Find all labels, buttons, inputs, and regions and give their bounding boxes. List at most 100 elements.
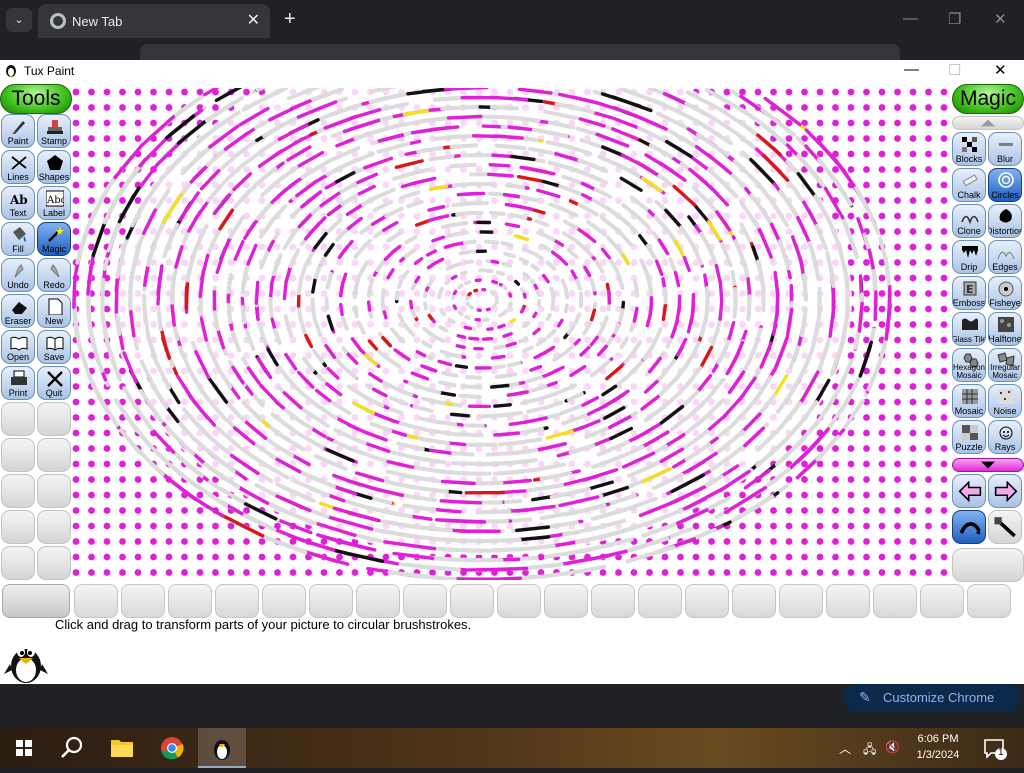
tool-label: Redo (37, 281, 71, 290)
chrome-taskbar-button[interactable] (148, 728, 196, 768)
system-clock[interactable]: 6:06 PM 1/3/2024 (903, 731, 973, 763)
tool-label: Paint (1, 137, 35, 146)
tool-undo-button[interactable]: Undo (1, 258, 35, 292)
magic-circles-button[interactable]: Circles (988, 168, 1022, 202)
fullscreen-mode-button[interactable] (988, 510, 1022, 544)
magic-mosaic-button[interactable]: Mosaic (952, 384, 986, 418)
magic-puzzle-button[interactable]: Puzzle (952, 420, 986, 454)
magic-emboss-button[interactable]: E Emboss (952, 276, 986, 310)
magic-irregular-mosaic-button[interactable]: Irregular Mosaic (988, 348, 1022, 382)
color-swatch[interactable] (262, 584, 306, 618)
color-swatch-selected[interactable] (2, 584, 70, 618)
tool-text-button[interactable]: AbcText (1, 186, 35, 220)
tab-close-icon[interactable]: ✕ (247, 10, 260, 30)
tool-print-button[interactable]: Print (1, 366, 35, 400)
magic-label: Mosaic (952, 407, 986, 416)
tool-fill-button[interactable]: Fill (1, 222, 35, 256)
magic-clone-button[interactable]: Clone (952, 204, 986, 238)
notification-count: 1 (998, 747, 1004, 758)
magic-scroll-up-button[interactable] (952, 116, 1024, 130)
tool-open-button[interactable]: Open (1, 330, 35, 364)
tool-paint-button[interactable]: Paint (1, 114, 35, 148)
file-explorer-button[interactable] (98, 728, 146, 768)
magic-blur-button[interactable]: Blur (988, 132, 1022, 166)
next-option-button[interactable] (988, 474, 1022, 508)
paint-mode-button[interactable] (952, 510, 986, 544)
tool-redo-button[interactable]: Redo (37, 258, 71, 292)
tool-lines-button[interactable]: Lines (1, 150, 35, 184)
volume-muted-icon[interactable]: 🔇 (885, 740, 900, 754)
browser-restore-button[interactable]: ❐ (948, 10, 961, 28)
magic-glass-tile-button[interactable]: Glass Tile (952, 312, 986, 346)
tool-label: Magic (37, 245, 71, 254)
magic-chalk-button[interactable]: Chalk (952, 168, 986, 202)
color-swatch[interactable] (591, 584, 635, 618)
color-swatch[interactable] (826, 584, 870, 618)
color-swatch[interactable] (779, 584, 823, 618)
color-swatch[interactable] (967, 584, 1011, 618)
magic-fisheye-button[interactable]: Fisheye (988, 276, 1022, 310)
notifications-button[interactable]: 1 (976, 728, 1024, 768)
magic-drip-button[interactable]: Drip (952, 240, 986, 274)
address-bar[interactable] (140, 44, 900, 60)
color-swatch[interactable] (685, 584, 729, 618)
svg-text:E: E (966, 283, 974, 296)
browser-close-button[interactable]: ✕ (994, 10, 1007, 28)
distortion-icon (997, 208, 1015, 225)
color-swatch[interactable] (309, 584, 353, 618)
color-swatch[interactable] (215, 584, 259, 618)
color-swatch[interactable] (497, 584, 541, 618)
magic-distortion-button[interactable]: Distortion (988, 204, 1022, 238)
tux-paint-taskbar-button[interactable] (198, 728, 246, 768)
magic-edges-button[interactable]: Edges (988, 240, 1022, 274)
tool-magic-button[interactable]: Magic (37, 222, 71, 256)
magic-label: Drip (952, 263, 986, 272)
start-icon (0, 728, 48, 768)
magic-hexagon-mosaic-button[interactable]: Hexagon Mosaic (952, 348, 986, 382)
tab-search-dropdown[interactable]: ⌄ (6, 8, 32, 32)
close-button[interactable]: ✕ (994, 61, 1007, 79)
color-swatch[interactable] (356, 584, 400, 618)
minimize-button[interactable]: — (904, 61, 919, 78)
tool-label-button[interactable]: AbcLabel (37, 186, 71, 220)
color-swatch[interactable] (74, 584, 118, 618)
tool-label: New (37, 317, 71, 326)
empty-tool-slot (37, 402, 71, 436)
show-hidden-icons-chevron-icon[interactable]: ︿ (839, 740, 851, 757)
tool-shapes-button[interactable]: Shapes (37, 150, 71, 184)
color-swatch[interactable] (403, 584, 447, 618)
empty-option-slot (952, 548, 1024, 582)
maximize-button[interactable]: ☐ (948, 61, 961, 79)
prev-option-button[interactable] (952, 474, 986, 508)
color-swatch[interactable] (544, 584, 588, 618)
magic-rays-button[interactable]: Rays (988, 420, 1022, 454)
color-swatch[interactable] (732, 584, 776, 618)
drawing-canvas[interactable] (72, 88, 952, 580)
network-icon[interactable]: 🖧 (863, 740, 876, 761)
new-tab-button[interactable]: + (284, 8, 296, 31)
color-swatch[interactable] (638, 584, 682, 618)
tool-eraser-button[interactable]: Eraser (1, 294, 35, 328)
search-button[interactable] (48, 728, 96, 768)
tool-stamp-button[interactable]: Stamp (37, 114, 71, 148)
magic-halftone-button[interactable]: Halftone (988, 312, 1022, 346)
color-swatch[interactable] (920, 584, 964, 618)
magic-scroll-down-button[interactable] (952, 458, 1024, 472)
magic-label: Emboss (952, 299, 986, 308)
tab-new-tab[interactable]: New Tab ✕ (38, 4, 270, 38)
color-swatch[interactable] (121, 584, 165, 618)
browser-minimize-button[interactable]: — (903, 10, 918, 27)
tool-save-button[interactable]: Save (37, 330, 71, 364)
magic-blocks-button[interactable]: Blocks (952, 132, 986, 166)
magic-label: Circles (988, 191, 1022, 200)
customize-chrome-button[interactable]: ✎ Customize Chrome (843, 684, 1021, 712)
start-button[interactable] (0, 728, 48, 768)
glass-tile-icon (961, 316, 979, 333)
eraser-icon (10, 298, 28, 315)
tool-new-button[interactable]: New (37, 294, 71, 328)
magic-noise-button[interactable]: Noise (988, 384, 1022, 418)
tool-quit-button[interactable]: Quit (37, 366, 71, 400)
color-swatch[interactable] (168, 584, 212, 618)
color-swatch[interactable] (873, 584, 917, 618)
color-swatch[interactable] (450, 584, 494, 618)
